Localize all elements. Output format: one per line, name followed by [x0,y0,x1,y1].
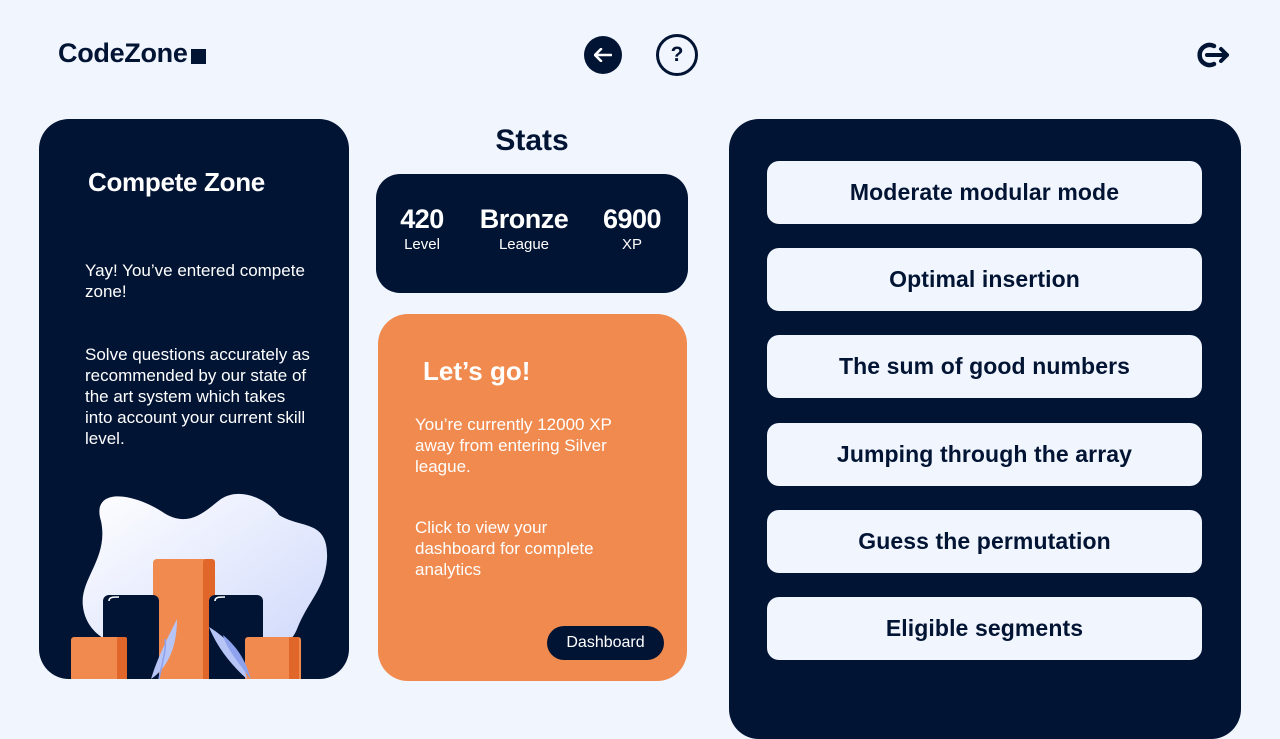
back-button[interactable] [584,36,622,74]
xp-value: 6900 [602,204,662,234]
help-button[interactable]: ? [656,34,698,76]
stat-league: Bronze League [476,202,572,254]
compete-zone-card: Compete Zone Yay! You’ve entered compete… [39,119,349,679]
help-icon: ? [670,43,684,66]
dashboard-button[interactable]: Dashboard [547,626,664,660]
problem-item[interactable]: Jumping through the array [767,423,1202,486]
logo-square-icon [190,49,206,64]
xp-label: XP [621,236,642,253]
level-label: Level [404,236,440,253]
league-value: Bronze [479,204,569,234]
level-value: 420 [400,204,444,234]
stats-card: 420 Level Bronze League 6900 XP [376,174,688,293]
problem-item[interactable]: Eligible segments [767,597,1202,660]
stat-level: 420 Level [392,202,452,254]
dashboard-hint-text: Click to view your dashboard for complet… [415,518,594,579]
logo-text: CodeZone [58,38,188,68]
stat-xp: 6900 XP [592,202,672,254]
problem-item[interactable]: Optimal insertion [767,248,1202,311]
league-label: League [498,236,550,253]
xp-progress-text: You’re currently 12000 XP away from ente… [415,415,612,476]
logout-icon [1197,42,1229,68]
problems-panel: Moderate modular mode Optimal insertion … [729,119,1241,739]
problem-item[interactable]: Moderate modular mode [767,161,1202,224]
lets-go-card: Let’s go! You’re currently 12000 XP away… [378,314,687,681]
problem-item[interactable]: The sum of good numbers [767,335,1202,398]
podium-illustration [71,493,328,679]
app-logo[interactable]: CodeZone [58,38,206,69]
logout-button[interactable] [1194,38,1232,72]
problem-item[interactable]: Guess the permutation [767,510,1202,573]
arrow-left-icon [594,48,612,62]
lets-go-title: Let’s go! [423,356,531,386]
stats-title: Stats [495,124,569,157]
